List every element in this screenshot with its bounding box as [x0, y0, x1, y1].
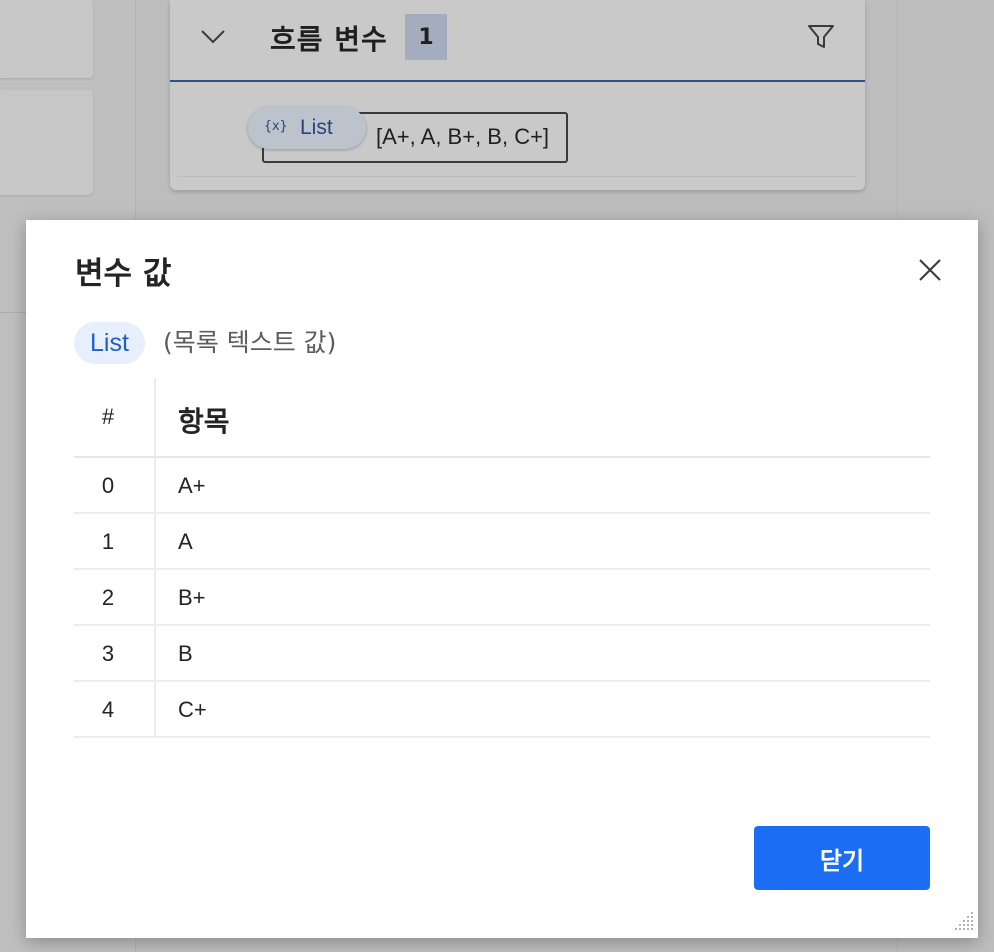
row-index: 0 — [101, 473, 115, 498]
dialog-title: 변수 값 — [75, 256, 172, 292]
row-value: A+ — [178, 473, 206, 498]
column-header-index: # — [101, 404, 115, 429]
column-separator — [154, 458, 156, 512]
row-index: 2 — [101, 585, 115, 610]
table-header: # 항목 — [74, 378, 930, 458]
table-row: 1 A — [74, 514, 930, 570]
variable-icon: {x} — [264, 119, 288, 134]
column-header-item: 항목 — [178, 405, 230, 438]
row-value: B+ — [178, 585, 206, 610]
row-value: B — [178, 641, 193, 666]
table-row: 3 B — [74, 626, 930, 682]
variable-type-chip: List — [74, 322, 145, 364]
left-panel-card — [0, 90, 93, 195]
close-icon[interactable] — [910, 250, 950, 290]
column-separator — [154, 514, 156, 568]
table-row: 2 B+ — [74, 570, 930, 626]
column-separator — [154, 626, 156, 680]
row-index: 4 — [101, 697, 115, 722]
column-separator — [154, 570, 156, 624]
flow-variables-count-badge: 1 — [405, 14, 447, 60]
row-index: 1 — [101, 529, 115, 554]
variable-value: [A+, A, B+, B, C+] — [376, 124, 550, 149]
column-separator — [154, 682, 156, 736]
flow-variables-header: 흐름 변수 1 — [170, 0, 865, 82]
row-index: 3 — [101, 641, 115, 666]
column-separator — [154, 378, 156, 456]
filter-icon[interactable] — [807, 24, 835, 50]
flow-variables-title: 흐름 변수 — [270, 23, 388, 56]
flow-variables-panel: 흐름 변수 1 [A+, A, B+, B, C+] {x} List — [170, 0, 865, 190]
table-row: 4 C+ — [74, 682, 930, 738]
divider — [178, 176, 857, 177]
resize-grip-icon[interactable] — [951, 910, 975, 934]
variable-chip[interactable]: {x} List — [248, 107, 366, 149]
table-row: 0 A+ — [74, 458, 930, 514]
variable-type-description: (목록 텍스트 값) — [163, 328, 337, 357]
chevron-down-icon[interactable] — [200, 26, 226, 46]
variable-name: List — [300, 116, 333, 139]
variable-value-dialog: 변수 값 List (목록 텍스트 값) # 항목 0 A+ 1 A 2 B+ — [26, 220, 978, 938]
row-value: A — [178, 529, 193, 554]
row-value: C+ — [178, 697, 207, 722]
left-panel-card — [0, 0, 93, 78]
values-table: # 항목 0 A+ 1 A 2 B+ 3 B 4 C+ — [74, 378, 930, 738]
close-button[interactable]: 닫기 — [754, 826, 930, 890]
